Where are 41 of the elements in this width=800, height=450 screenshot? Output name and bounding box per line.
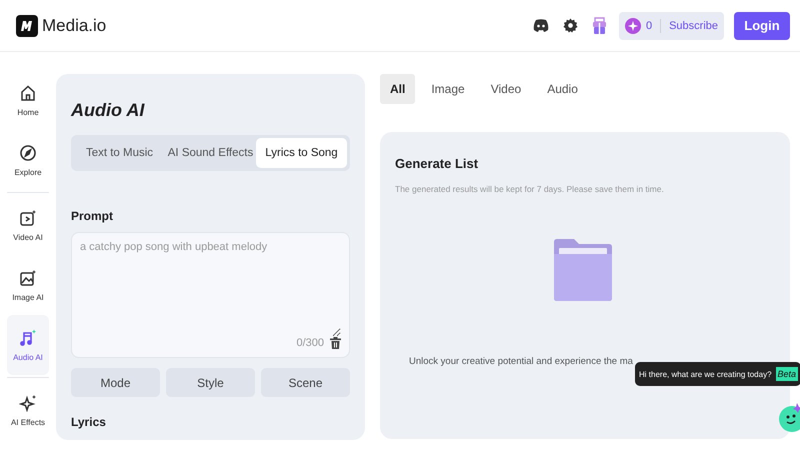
credit-count: 0 [646,20,652,32]
option-button[interactable]: Scene [261,368,350,397]
tab[interactable]: All [380,74,416,104]
tab[interactable]: AI Sound Effects [165,138,256,168]
sidebar-item[interactable]: Video AI [7,195,49,255]
sidebar-item[interactable]: AI Effects [7,380,49,440]
sidebar-item[interactable]: Audio AI [7,315,49,375]
smiley-icon[interactable] [778,402,800,432]
card-note: The generated results will be kept for 7 days. Please save them in time. [395,184,665,194]
empty-message: Unlock your creative potential and experience the ma [409,356,634,367]
option-button[interactable]: Mode [71,368,160,397]
music-note-icon [19,328,37,346]
option-button[interactable]: Style [166,368,255,397]
compass-icon [19,144,37,162]
subscribe-link[interactable]: Subscribe [669,20,718,32]
tooltip-text: Hi there, what are we creating today? [639,370,772,378]
video-icon [19,208,37,226]
tab[interactable]: Lyrics to Song [256,138,347,168]
card-title: Generate List [395,156,480,171]
sidebar-item[interactable]: Explore [7,130,49,190]
beta-badge: Beta [776,367,798,381]
tab[interactable]: Text to Music [74,138,165,168]
panel-title: Audio AI [71,100,146,121]
tab[interactable]: Image [421,74,475,104]
home-icon [19,84,37,102]
sidebar-item[interactable]: Image AI [7,255,49,315]
sparkle-icon [624,18,641,34]
field-label: Prompt [71,209,114,223]
sparkle-icon [19,394,37,412]
delete-icon[interactable] [330,337,341,349]
settings-icon[interactable] [560,18,580,33]
field-label: Lyrics [71,415,107,429]
sidebar-item[interactable]: Home [7,70,49,130]
image-icon [19,268,37,286]
brand-name: Media.io [42,16,106,36]
tab[interactable]: Video [480,74,532,104]
folder-icon [552,238,614,304]
logo-icon [16,14,38,36]
character-count: 0/300 [296,337,324,349]
login-button[interactable]: Login [734,12,790,40]
tab[interactable]: Audio [537,74,588,104]
